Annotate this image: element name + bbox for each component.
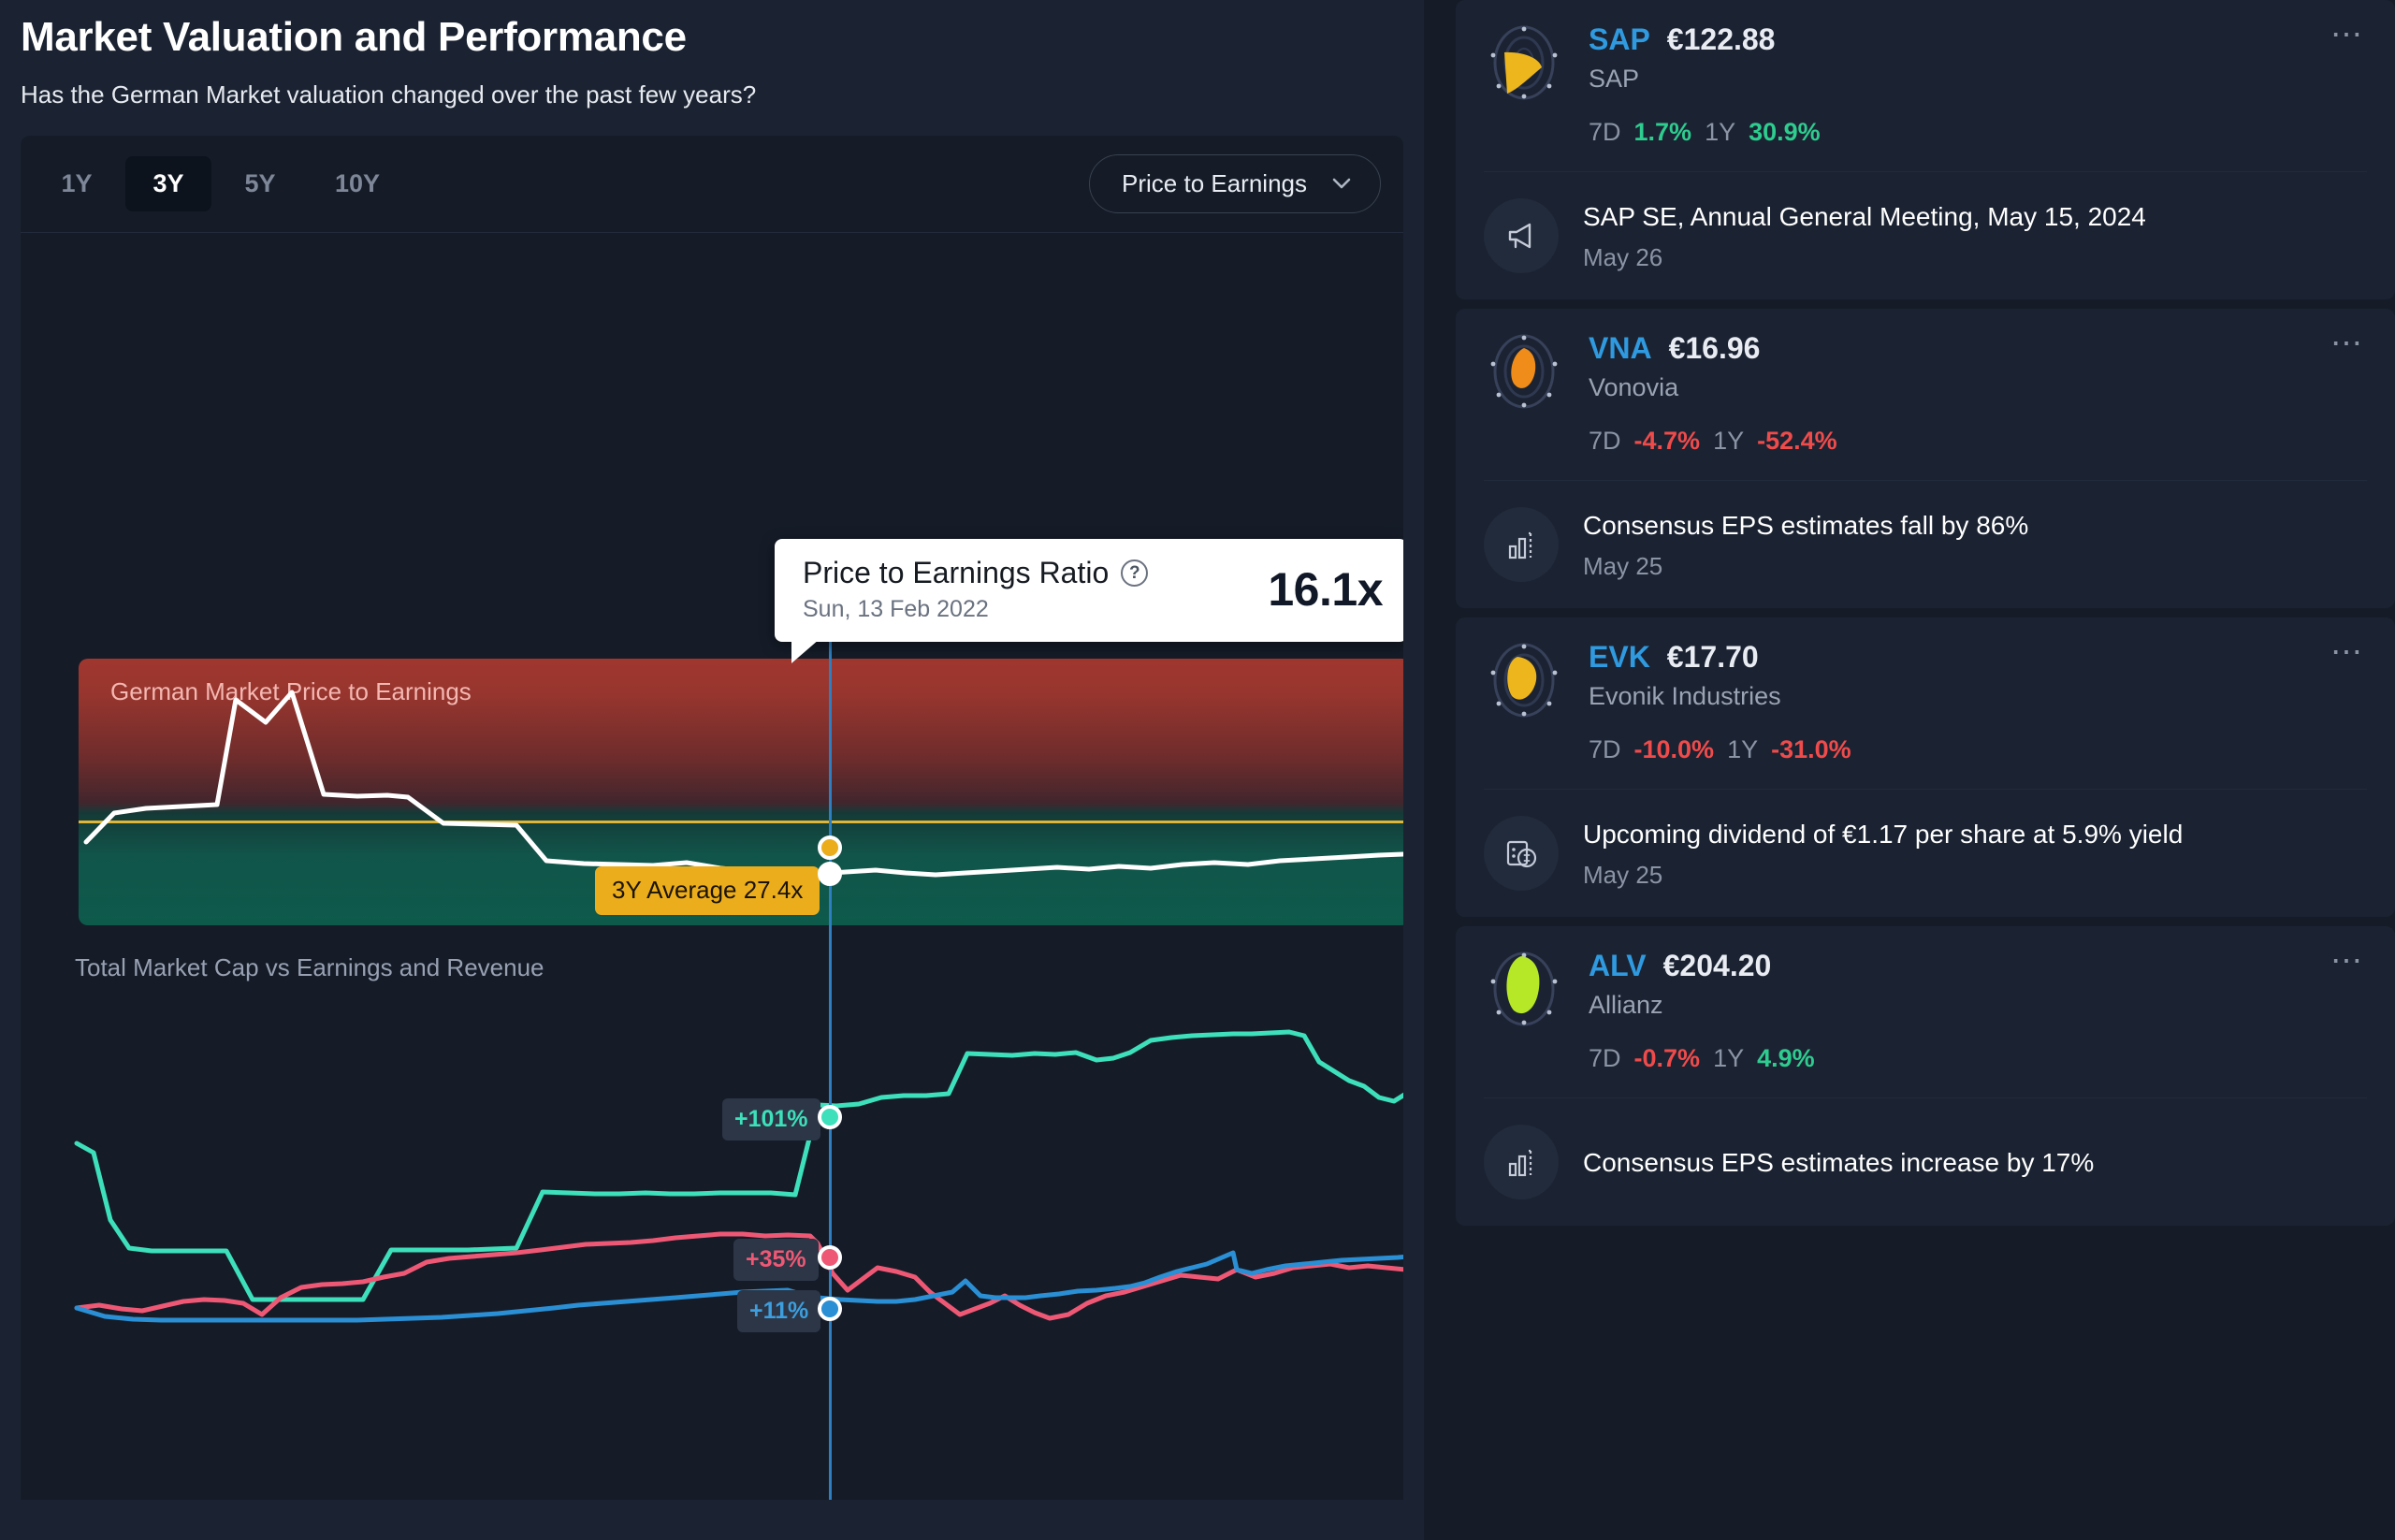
marker-dot-revenue xyxy=(818,1296,842,1321)
more-options-icon-sap[interactable]: ⋯ xyxy=(2330,19,2365,51)
perf-value-7d-allianz: -0.7% xyxy=(1633,1044,1701,1072)
bar-chart-icon xyxy=(1484,1125,1559,1199)
tab-10y[interactable]: 10Y xyxy=(309,156,406,211)
app-root: Market Valuation and Performance Has the… xyxy=(0,0,2395,1540)
page-title: Market Valuation and Performance xyxy=(21,14,687,60)
evonik-logo-icon xyxy=(1484,640,1564,720)
tooltip-value: 16.1x xyxy=(1268,562,1383,616)
stock-row-evonik[interactable]: EVK €17.70 Evonik Industries 7D -10.0% 1… xyxy=(1484,617,2367,789)
perf-value-1y-vonovia: -52.4% xyxy=(1757,427,1837,455)
stock-row-sap[interactable]: SAP €122.88 SAP 7D 1.7% 1Y 30.9% ⋯ xyxy=(1484,0,2367,171)
news-row-sap-agm[interactable]: SAP SE, Annual General Meeting, May 15, … xyxy=(1484,171,2367,299)
stock-row-vonovia[interactable]: VNA €16.96 Vonovia 7D -4.7% 1Y -52.4% ⋯ xyxy=(1484,309,2367,480)
ticker-vonovia[interactable]: VNA xyxy=(1589,331,1652,366)
marker-label-revenue: +11% xyxy=(737,1289,821,1332)
valuation-panel: 1Y 3Y 5Y 10Y Price to Earnings German Ma… xyxy=(21,135,1403,1500)
allianz-logo-icon xyxy=(1484,949,1564,1029)
perf-value-1y-allianz: 4.9% xyxy=(1757,1044,1815,1072)
marker-label-earnings: +101% xyxy=(722,1097,820,1140)
card-allianz: ALV €204.20 Allianz 7D -0.7% 1Y 4.9% ⋯ C… xyxy=(1456,926,2395,1226)
tooltip-date: Sun, 13 Feb 2022 xyxy=(803,595,989,622)
marker-dot-market-cap xyxy=(818,1244,842,1270)
card-sap: SAP €122.88 SAP 7D 1.7% 1Y 30.9% ⋯ SAP S… xyxy=(1456,0,2395,299)
tooltip-arrow xyxy=(791,638,820,663)
perf-period-7d-evonik: 7D xyxy=(1589,735,1621,763)
performance-allianz: 7D -0.7% 1Y 4.9% xyxy=(1589,1044,2367,1073)
dividend-calendar-icon xyxy=(1484,816,1559,891)
card-evonik: EVK €17.70 Evonik Industries 7D -10.0% 1… xyxy=(1456,617,2395,917)
tooltip-title: Price to Earnings Ratio xyxy=(803,555,1110,589)
vonovia-logo-icon xyxy=(1484,331,1564,412)
market-cap-earnings-revenue-chart xyxy=(21,981,1403,1500)
perf-period-7d-allianz: 7D xyxy=(1589,1044,1621,1072)
perf-value-7d-vonovia: -4.7% xyxy=(1633,427,1701,455)
chart-toolbar: 1Y 3Y 5Y 10Y Price to Earnings xyxy=(21,136,1403,233)
price-sap: €122.88 xyxy=(1666,22,1776,56)
news-row-allianz-eps[interactable]: Consensus EPS estimates increase by 17% xyxy=(1484,1097,2367,1226)
news-title-vonovia-eps: Consensus EPS estimates fall by 86% xyxy=(1583,510,2029,540)
news-title-sap-agm: SAP SE, Annual General Meeting, May 15, … xyxy=(1583,201,2146,231)
perf-value-1y-evonik: -31.0% xyxy=(1771,735,1851,763)
perf-period-1y-evonik: 1Y xyxy=(1727,735,1759,763)
tab-3y[interactable]: 3Y xyxy=(125,155,211,211)
crosshair-tooltip: Price to Earnings Ratio ? Sun, 13 Feb 20… xyxy=(775,538,1403,663)
ticker-allianz[interactable]: ALV xyxy=(1589,949,1647,983)
page-header: Market Valuation and Performance Has the… xyxy=(0,0,1424,109)
news-date-evonik-dividend: May 25 xyxy=(1583,860,1663,889)
tab-1y[interactable]: 1Y xyxy=(34,156,120,211)
perf-value-7d-evonik: -10.0% xyxy=(1633,735,1715,763)
marker-dot-earnings xyxy=(818,1104,842,1129)
news-date-vonovia-eps: May 25 xyxy=(1583,551,1663,580)
news-title-evonik-dividend: Upcoming dividend of €1.17 per share at … xyxy=(1583,819,2184,849)
metric-dropdown-value: Price to Earnings xyxy=(1122,168,1307,197)
stock-row-allianz[interactable]: ALV €204.20 Allianz 7D -0.7% 1Y 4.9% ⋯ xyxy=(1484,926,2367,1097)
chart-body: German Market Price to Earnings 3Y Avera… xyxy=(21,233,1403,1500)
company-allianz: Allianz xyxy=(1589,991,1663,1019)
lower-chart-title: Total Market Cap vs Earnings and Revenue xyxy=(75,952,544,981)
company-vonovia: Vonovia xyxy=(1589,373,1679,401)
news-row-vonovia-eps[interactable]: Consensus EPS estimates fall by 86% May … xyxy=(1484,480,2367,608)
average-badge: 3Y Average 27.4x xyxy=(595,865,820,915)
ticker-evonik[interactable]: EVK xyxy=(1589,640,1650,675)
card-vonovia: VNA €16.96 Vonovia 7D -4.7% 1Y -52.4% ⋯ xyxy=(1456,309,2395,608)
crosshair-line xyxy=(829,597,832,1500)
more-options-icon-evonik[interactable]: ⋯ xyxy=(2330,636,2365,668)
news-date-sap-agm: May 26 xyxy=(1583,242,1663,271)
price-vonovia: €16.96 xyxy=(1668,331,1761,365)
chevron-down-icon xyxy=(1331,173,1352,194)
timeframe-tabs: 1Y 3Y 5Y 10Y xyxy=(34,155,406,211)
price-allianz: €204.20 xyxy=(1662,949,1772,982)
perf-value-7d-sap: 1.7% xyxy=(1633,118,1692,146)
ticker-sap[interactable]: SAP xyxy=(1589,22,1650,57)
more-options-icon-vonovia[interactable]: ⋯ xyxy=(2330,327,2365,359)
performance-vonovia: 7D -4.7% 1Y -52.4% xyxy=(1589,427,2367,456)
perf-period-1y-sap: 1Y xyxy=(1705,118,1736,146)
perf-value-1y-sap: 30.9% xyxy=(1749,118,1821,146)
perf-period-1y-allianz: 1Y xyxy=(1713,1044,1745,1072)
marker-label-market-cap: +35% xyxy=(733,1238,819,1281)
megaphone-icon xyxy=(1484,198,1559,273)
question-mark-icon[interactable]: ? xyxy=(1121,559,1149,587)
sap-logo-icon xyxy=(1484,22,1564,103)
news-row-evonik-dividend[interactable]: Upcoming dividend of €1.17 per share at … xyxy=(1484,789,2367,917)
company-sap: SAP xyxy=(1589,65,1640,93)
performance-evonik: 7D -10.0% 1Y -31.0% xyxy=(1589,735,2367,764)
price-evonik: €17.70 xyxy=(1666,640,1759,674)
tab-5y[interactable]: 5Y xyxy=(217,156,303,211)
news-title-allianz-eps: Consensus EPS estimates increase by 17% xyxy=(1583,1147,2095,1177)
more-options-icon-allianz[interactable]: ⋯ xyxy=(2330,945,2365,977)
lower-chart-svg xyxy=(74,1029,1403,1323)
performance-sap: 7D 1.7% 1Y 30.9% xyxy=(1589,118,2367,147)
main-content-column: Market Valuation and Performance Has the… xyxy=(0,0,1424,1540)
page-subtitle: Has the German Market valuation changed … xyxy=(21,80,757,109)
perf-period-7d-sap: 7D xyxy=(1589,118,1621,146)
right-sidebar: SAP €122.88 SAP 7D 1.7% 1Y 30.9% ⋯ SAP S… xyxy=(1424,0,2395,1540)
bar-chart-icon xyxy=(1484,507,1559,582)
metric-dropdown[interactable]: Price to Earnings xyxy=(1089,153,1381,213)
marker-dot-price-to-earnings xyxy=(818,861,842,886)
perf-period-1y-vonovia: 1Y xyxy=(1713,427,1745,455)
perf-period-7d-vonovia: 7D xyxy=(1589,427,1621,455)
marker-dot-average xyxy=(818,835,842,860)
company-evonik: Evonik Industries xyxy=(1589,682,1781,710)
